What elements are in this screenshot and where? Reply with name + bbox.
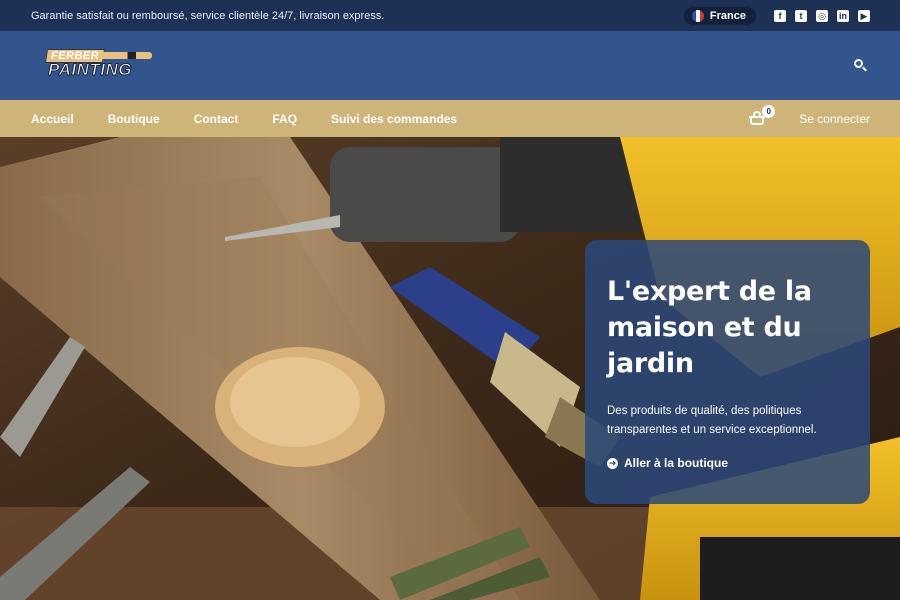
nav-item-faq[interactable]: FAQ	[272, 112, 297, 126]
top-bar: Garantie satisfait ou remboursé, service…	[0, 0, 900, 31]
facebook-icon[interactable]: f	[774, 9, 786, 22]
nav-item-accueil[interactable]: Accueil	[31, 112, 74, 126]
linkedin-icon[interactable]: in	[837, 9, 849, 22]
tagline: Garantie satisfait ou remboursé, service…	[31, 9, 385, 22]
top-bar-right: France f t ◎ in ▶	[683, 6, 870, 25]
arrow-right-icon: ➜	[607, 457, 618, 469]
main-nav: Accueil Boutique Contact FAQ Suivi des c…	[0, 100, 900, 137]
login-link[interactable]: Se connecter	[799, 112, 870, 126]
hero-subtitle: Des produits de qualité, des politiques …	[607, 405, 817, 436]
brand-logo[interactable]: FERBER PAINTING	[36, 48, 152, 83]
language-label: France	[709, 9, 746, 22]
cart-count-badge: 0	[762, 104, 776, 118]
hero-title: L'expert de la maison et du jardin	[607, 276, 812, 379]
shop-cta-button[interactable]: ➜ Aller à la boutique	[607, 456, 848, 470]
social-links: f t ◎ in ▶	[774, 9, 870, 22]
shop-cta-label: Aller à la boutique	[624, 456, 729, 470]
logo-bottom-text: PAINTING	[48, 59, 132, 79]
hero-banner: L'expert de la maison et du jardin Des p…	[0, 137, 900, 600]
site-header: FERBER PAINTING	[0, 31, 900, 100]
cart-button[interactable]: 0	[749, 104, 776, 127]
twitter-icon[interactable]: t	[795, 9, 807, 22]
search-icon[interactable]	[852, 57, 870, 75]
hero-card: L'expert de la maison et du jardin Des p…	[585, 240, 870, 504]
france-flag-icon	[691, 9, 704, 22]
nav-item-boutique[interactable]: Boutique	[108, 112, 160, 126]
youtube-icon[interactable]: ▶	[858, 9, 870, 22]
nav-right: 0 Se connecter	[749, 104, 870, 127]
instagram-icon[interactable]: ◎	[816, 9, 828, 22]
language-selector[interactable]: France	[683, 6, 756, 25]
nav-item-contact[interactable]: Contact	[194, 112, 239, 126]
nav-item-order-tracking[interactable]: Suivi des commandes	[331, 112, 457, 126]
nav-items: Accueil Boutique Contact FAQ Suivi des c…	[31, 112, 457, 126]
paintbrush-icon	[98, 51, 152, 59]
